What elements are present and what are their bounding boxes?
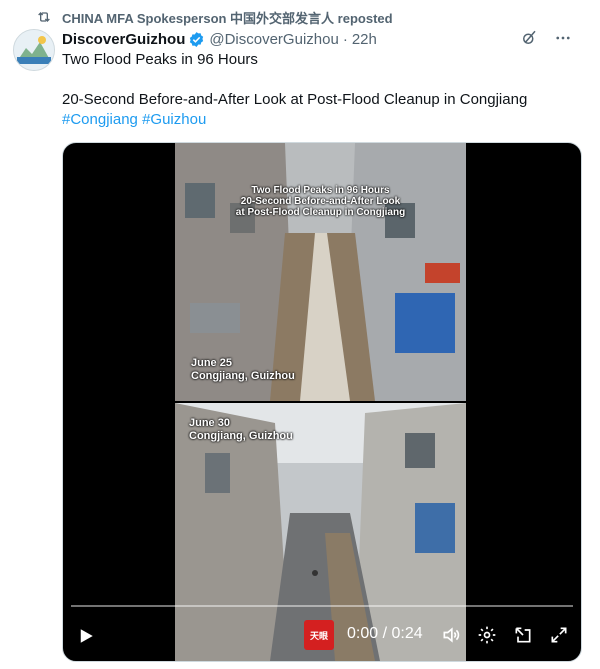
post-text: Two Flood Peaks in 96 Hours 20-Second Be… bbox=[62, 50, 582, 130]
hashtags: #Congjiang #Guizhou bbox=[62, 110, 582, 130]
grok-icon[interactable] bbox=[520, 29, 538, 47]
time-display: 0:00 / 0:24 bbox=[347, 625, 423, 643]
post-header: DiscoverGuizhou @DiscoverGuizhou · 22h bbox=[62, 29, 590, 49]
video-player[interactable]: Two Flood Peaks in 96 Hours 20-Second Be… bbox=[62, 142, 582, 662]
verified-badge-icon bbox=[190, 31, 204, 47]
post-time[interactable]: 22h bbox=[352, 31, 377, 48]
author-handle[interactable]: @DiscoverGuizhou bbox=[209, 31, 338, 48]
separator-dot: · bbox=[342, 30, 348, 48]
avatar-image bbox=[14, 30, 54, 70]
caption-after: June 30 Congjiang, Guizhou bbox=[189, 417, 293, 442]
post-line-1: Two Flood Peaks in 96 Hours bbox=[62, 51, 258, 68]
hashtag-guizhou[interactable]: #Guizhou bbox=[142, 111, 206, 128]
post-line-2: 20-Second Before-and-After Look at Post-… bbox=[62, 91, 528, 108]
fullscreen-icon[interactable] bbox=[549, 625, 569, 645]
progress-bar[interactable] bbox=[71, 605, 573, 607]
video-frame-before: Two Flood Peaks in 96 Hours 20-Second Be… bbox=[175, 143, 466, 401]
hashtag-congjiang[interactable]: #Congjiang bbox=[62, 111, 138, 128]
current-time: 0:00 bbox=[347, 625, 379, 642]
video-controls: 天眼 0:00 / 0:24 bbox=[63, 601, 581, 661]
volume-icon[interactable] bbox=[441, 625, 461, 645]
repost-icon bbox=[38, 12, 50, 22]
time-separator: / bbox=[382, 625, 388, 642]
repost-text: CHINA MFA Spokesperson 中国外交部发言人 reposted bbox=[62, 10, 393, 26]
watermark-logo: 天眼 bbox=[304, 620, 334, 650]
caption-before: June 25 Congjiang, Guizhou bbox=[191, 357, 295, 382]
author-name[interactable]: DiscoverGuizhou bbox=[62, 31, 185, 48]
avatar[interactable] bbox=[13, 29, 55, 71]
picture-in-picture-icon[interactable] bbox=[513, 625, 533, 645]
play-icon[interactable] bbox=[77, 627, 95, 645]
more-options-icon[interactable] bbox=[554, 29, 572, 47]
settings-gear-icon[interactable] bbox=[477, 625, 497, 645]
repost-indicator[interactable]: CHINA MFA Spokesperson 中国外交部发言人 reposted bbox=[36, 8, 393, 26]
duration: 0:24 bbox=[391, 625, 423, 642]
video-overlay-title: Two Flood Peaks in 96 Hours 20-Second Be… bbox=[235, 185, 406, 218]
